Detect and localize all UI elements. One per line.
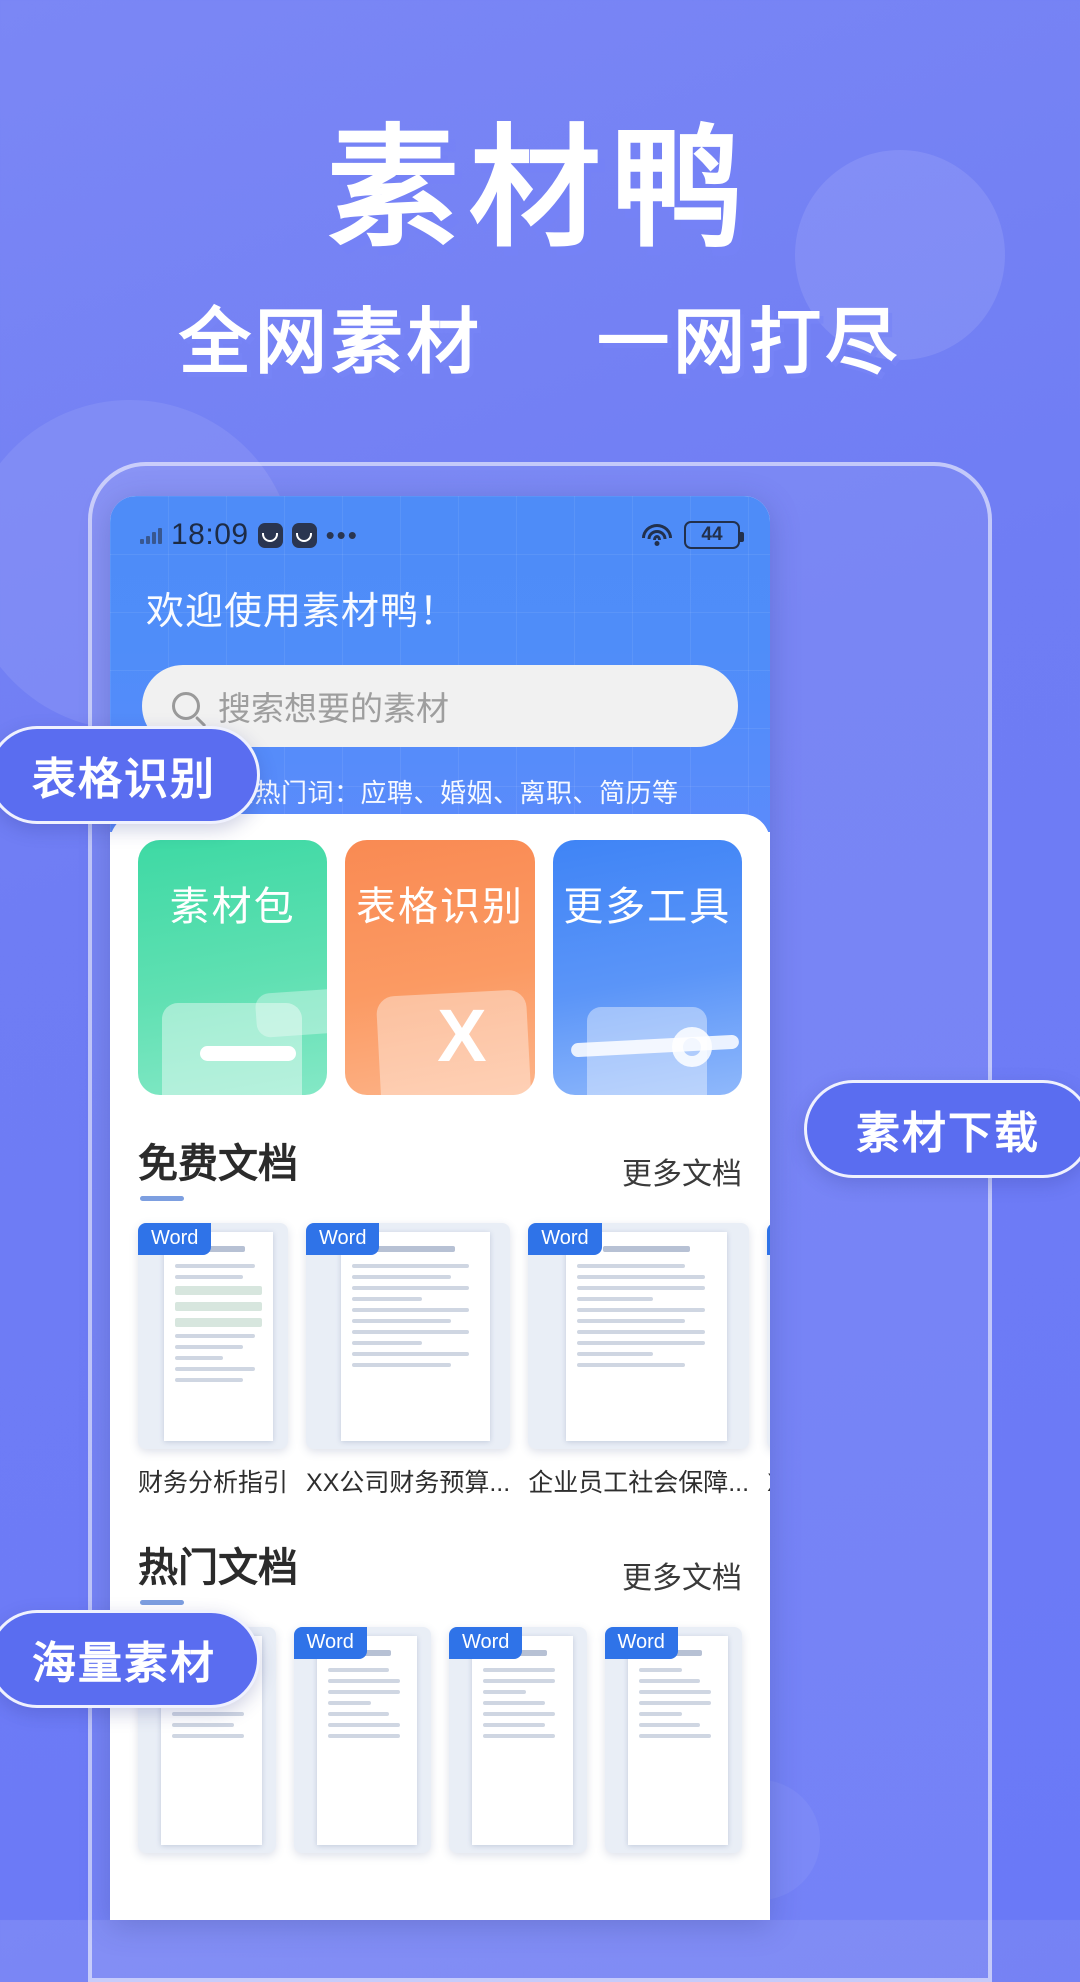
word-badge: Word <box>767 1223 770 1255</box>
document-page-preview <box>163 1232 274 1441</box>
status-bar: 18:09 ••• 44 <box>110 496 770 558</box>
more-status-icons: ••• <box>325 520 359 550</box>
feature-label-3: 更多工具 <box>563 885 732 929</box>
word-badge: Word <box>449 1627 523 1659</box>
document-thumbnail: Word <box>293 1627 431 1853</box>
document-page-preview <box>565 1232 727 1441</box>
search-placeholder[interactable]: 搜索想要的素材 <box>218 682 449 730</box>
section-header-free-docs: 免费文档 更多文档 <box>138 1131 742 1201</box>
document-grid-1: Word 财务分析指引 Word XX公司财务预算... Word 企业员工社会… <box>138 1223 770 1499</box>
document-title: 财务分析指引 <box>138 1469 289 1497</box>
document-thumbnail: Word <box>449 1627 587 1853</box>
mail-app-icon <box>257 522 283 548</box>
list-item[interactable]: Word 财务分析指引 <box>138 1223 289 1499</box>
document-page-preview <box>627 1636 729 1845</box>
badge-material-download: 素材下载 <box>804 1080 1080 1178</box>
section-header-hot-docs: 热门文档 更多文档 <box>138 1535 742 1605</box>
word-badge: Word <box>293 1627 367 1659</box>
document-title: 企业员工社会保障... <box>528 1469 750 1497</box>
feature-label-1: 素材包 <box>169 885 296 929</box>
word-badge: Word <box>306 1223 380 1255</box>
hero-section: 素材鸭 全网素材 一网打尽 <box>0 118 1080 388</box>
feature-card-table-recognition[interactable]: 表格识别 X <box>345 840 535 1095</box>
status-bar-right: 44 <box>642 521 744 549</box>
word-badge: Word <box>528 1223 602 1255</box>
word-badge: Word <box>138 1223 212 1255</box>
section-more-link-2[interactable]: 更多文档 <box>622 1553 742 1605</box>
list-item[interactable]: Word <box>449 1627 587 1853</box>
battery-level: 44 <box>701 524 723 545</box>
status-time: 18:09 <box>171 518 249 551</box>
section-title-2: 热门文档 <box>138 1535 298 1605</box>
welcome-text: 欢迎使用素材鸭！ <box>146 591 459 633</box>
folder-icon-bar <box>200 1046 296 1061</box>
document-page-preview <box>340 1232 490 1441</box>
document-thumbnail: Word <box>306 1223 511 1449</box>
section-title-1: 免费文档 <box>138 1131 298 1201</box>
word-badge: Word <box>604 1627 678 1659</box>
feature-label-2: 表格识别 <box>355 885 524 929</box>
excel-x-icon: X <box>437 994 487 1077</box>
wifi-icon <box>642 524 672 546</box>
list-item[interactable]: Word XX公司财务管理... <box>767 1223 770 1499</box>
document-thumbnail: Word <box>138 1223 289 1449</box>
battery-icon: 44 <box>684 521 744 549</box>
list-item[interactable]: Word <box>293 1627 431 1853</box>
mail-app-icon-2 <box>291 522 317 548</box>
document-page-preview <box>316 1636 418 1845</box>
hero-subtitle: 全网素材 一网打尽 <box>0 283 1080 388</box>
status-bar-left: 18:09 ••• <box>140 518 359 552</box>
badge-massive-materials: 海量素材 <box>0 1610 260 1708</box>
signal-bars-icon <box>140 527 162 544</box>
list-item[interactable]: Word 企业员工社会保障... <box>528 1223 750 1499</box>
search-icon <box>172 692 200 720</box>
badge-table-recognition: 表格识别 <box>0 726 260 824</box>
hero-subtitle-right: 一网打尽 <box>597 299 902 384</box>
list-item[interactable]: Word <box>604 1627 742 1853</box>
section-more-link-1[interactable]: 更多文档 <box>622 1149 742 1201</box>
document-title: XX公司财务预算... <box>306 1469 511 1497</box>
tools-icon-ring <box>671 1027 712 1067</box>
document-title: XX公司财务管理... <box>767 1463 770 1499</box>
document-thumbnail: Word <box>767 1223 770 1449</box>
document-page-preview <box>472 1636 573 1845</box>
hero-subtitle-left: 全网素材 <box>178 299 483 384</box>
feature-card-more-tools[interactable]: 更多工具 <box>552 840 742 1095</box>
document-thumbnail: Word <box>604 1627 742 1853</box>
list-item[interactable]: Word XX公司财务预算... <box>306 1223 511 1499</box>
document-thumbnail: Word <box>528 1223 750 1449</box>
feature-card-material-pack[interactable]: 素材包 <box>138 840 328 1095</box>
app-title: 素材鸭 <box>327 112 753 266</box>
feature-cards: 素材包 表格识别 X 更多工具 <box>138 840 742 1095</box>
